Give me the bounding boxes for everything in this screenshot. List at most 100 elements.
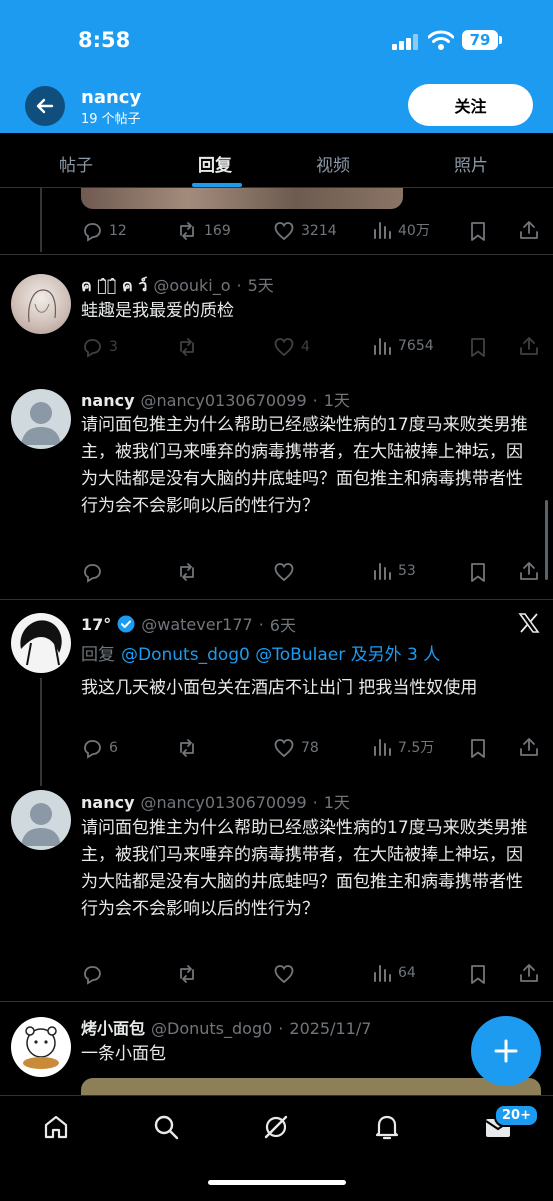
views-action[interactable]: 7654 [372,336,434,356]
meta-dot: · [258,614,264,634]
share-icon[interactable] [518,962,540,984]
views-icon [374,739,391,756]
views-action[interactable]: 53 [372,561,416,581]
heart-icon [274,563,294,582]
reply-icon [84,564,101,583]
views-action[interactable]: 64 [372,963,416,983]
repost-action[interactable] [176,963,204,985]
post-meta: nancy @nancy0130670099 · 1天 [81,387,350,411]
verified-badge-icon [117,615,135,633]
share-icon[interactable] [518,736,540,758]
tab-replies[interactable]: 回复 [198,151,232,176]
repost-icon [180,739,194,757]
author-name[interactable]: ค ร̂ร̂ ค ว์ [81,274,147,299]
author-name[interactable]: 烤小面包 [81,1015,145,1039]
avatar[interactable] [11,613,71,673]
repost-icon [180,338,194,356]
post-time: 5天 [247,276,274,295]
views-count: 40万 [398,223,430,239]
post-text: 请问面包推主为什么帮助已经感染性病的17度马来败类男推主，被我们马来唾弃的病毒携… [81,818,528,919]
views-action[interactable]: 7.5万 [372,737,434,757]
post-meta: ค ร̂ร̂ ค ว์ @oouki_o · 5天 [81,272,274,299]
tab-posts[interactable]: 帖子 [59,151,93,176]
avatar[interactable] [11,1017,71,1077]
bookmark-icon[interactable] [468,561,488,583]
post-time: 2025/11/7 [289,1019,372,1038]
home-icon[interactable] [42,1113,70,1141]
post-meta: nancy @nancy0130670099 · 1天 [81,789,350,813]
author-handle[interactable]: @watever177 [141,615,252,634]
author-handle[interactable]: @nancy0130670099 [141,391,307,410]
x-logo-icon [518,613,540,633]
reply-action[interactable]: 3 [81,336,118,358]
reply-action[interactable]: 12 [81,220,127,242]
default-avatar[interactable] [11,790,71,850]
signal-icon [392,34,418,50]
avatar-illustration [20,620,62,666]
author-handle[interactable]: @nancy0130670099 [141,793,307,812]
like-action[interactable]: 4 [273,336,310,358]
bookmark-icon[interactable] [468,336,488,358]
heart-icon [274,222,294,241]
like-action[interactable] [273,963,301,985]
compose-button[interactable] [471,1016,541,1086]
author-name[interactable]: 17° [81,615,111,634]
author-handle[interactable]: @oouki_o [153,276,230,295]
views-icon [374,965,391,982]
reply-count: 3 [109,339,118,355]
meta-dot: · [312,391,318,410]
repost-action[interactable] [176,737,204,759]
bell-icon[interactable] [373,1112,401,1142]
search-icon[interactable] [152,1113,180,1141]
like-count: 3214 [301,223,337,239]
share-icon[interactable] [518,560,540,582]
like-action[interactable] [273,561,301,583]
author-handle[interactable]: @Donuts_dog0 [151,1019,272,1038]
reply-icon [84,223,101,242]
views-icon [374,338,391,355]
default-avatar[interactable] [11,389,71,449]
views-count: 53 [398,563,416,579]
author-name[interactable]: nancy [81,391,135,410]
bookmark-icon[interactable] [468,963,488,985]
reply-mentions[interactable]: @Donuts_dog0 @ToBulaer 及另外 3 人 [121,640,440,665]
like-action[interactable]: 3214 [273,220,337,242]
repost-icon [180,222,194,240]
active-tab-indicator [192,183,242,187]
profile-name: nancy [81,87,142,108]
post-count: 19 个帖子 [81,112,141,127]
reply-icon [84,339,101,358]
scrollbar[interactable] [545,500,548,580]
post-text: 请问面包推主为什么帮助已经感染性病的17度马来败类男推主，被我们马来唾弃的病毒携… [81,415,528,516]
reply-action[interactable]: 6 [81,737,118,759]
like-action[interactable]: 78 [273,737,319,759]
profile-tabs: 帖子 回复 视频 照片 [0,133,553,188]
follow-button[interactable]: 关注 [408,84,533,126]
share-icon[interactable] [518,219,540,241]
bookmark-icon[interactable] [468,737,488,759]
post-time: 1天 [323,391,350,410]
avatar[interactable] [11,274,71,334]
grok-icon[interactable] [262,1113,290,1141]
back-button[interactable] [25,86,65,126]
reply-action[interactable] [81,963,109,985]
reply-action[interactable] [81,561,109,583]
views-count: 7.5万 [398,740,435,756]
media-thumbnail[interactable] [81,188,403,209]
bookmark-icon[interactable] [468,220,488,242]
arrow-left-icon [36,98,54,114]
reply-icon [84,966,101,985]
repost-count: 169 [204,223,231,239]
battery-indicator: 79 [462,30,498,50]
author-name[interactable]: nancy [81,793,135,812]
repost-action[interactable] [176,336,204,358]
repost-action[interactable]: 169 [176,220,231,242]
tab-videos[interactable]: 视频 [316,151,350,176]
share-icon[interactable] [518,335,540,357]
battery-tip [499,36,502,44]
repost-action[interactable] [176,561,204,583]
views-action[interactable]: 40万 [372,220,430,240]
tab-photos[interactable]: 照片 [454,151,488,176]
media-thumbnail[interactable] [81,1078,541,1095]
thread-line [40,678,42,786]
